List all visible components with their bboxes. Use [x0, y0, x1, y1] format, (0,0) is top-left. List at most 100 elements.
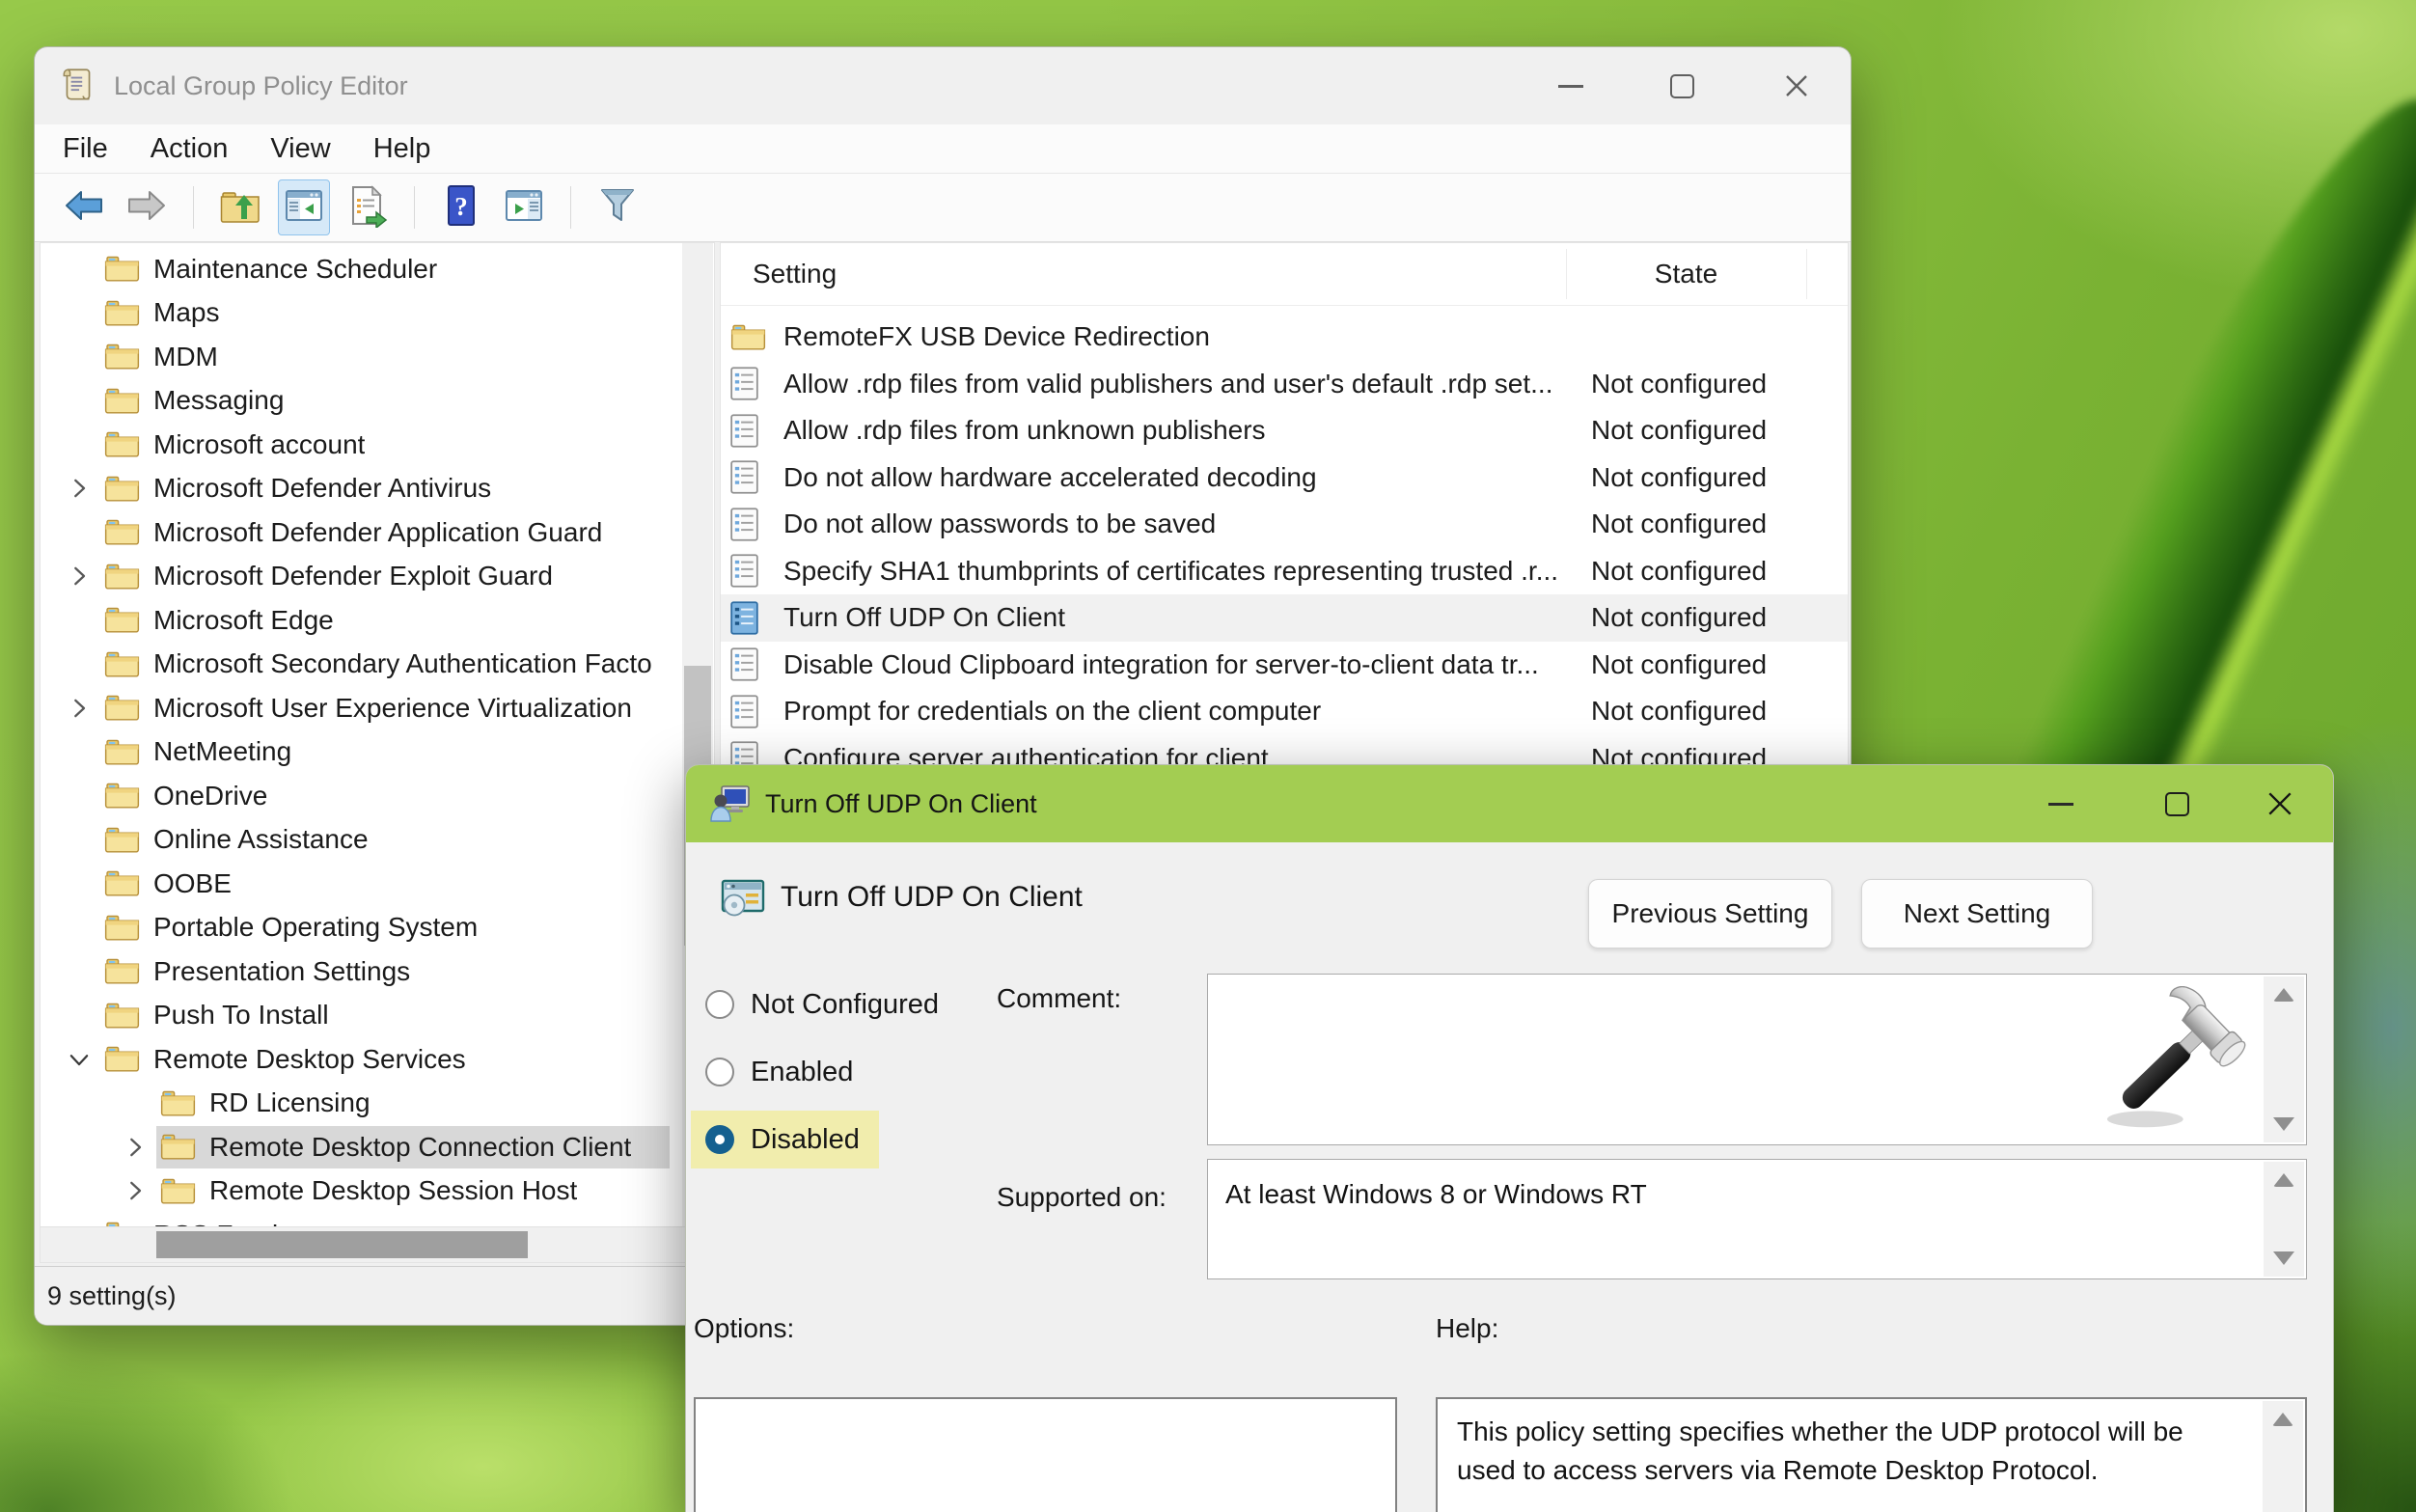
tree-item-microsoft-defender-exploit-guard[interactable]: Microsoft Defender Exploit Guard	[41, 555, 681, 599]
setting-row-do-not-allow-hardware-accelerated-decodi[interactable]: Do not allow hardware accelerated decodi…	[721, 454, 1848, 502]
dialog-minimize-button[interactable]	[2030, 773, 2092, 835]
supported-on-box[interactable]: At least Windows 8 or Windows RT	[1207, 1159, 2307, 1279]
chevron-right-icon[interactable]	[58, 555, 100, 598]
setting-row-disable-cloud-clipboard-integration-for-[interactable]: Disable Cloud Clipboard integration for …	[721, 642, 1848, 689]
tree-item-target[interactable]: OOBE	[100, 863, 670, 905]
tree-hscroll-thumb[interactable]	[156, 1231, 528, 1258]
tree-item-target[interactable]: Online Assistance	[100, 818, 670, 861]
tree-item-microsoft-edge[interactable]: Microsoft Edge	[41, 598, 681, 643]
tree-item-microsoft-user-experience-virtualization[interactable]: Microsoft User Experience Virtualization	[41, 686, 681, 730]
column-header-state[interactable]: State	[1566, 243, 1806, 305]
radio-option-not-configured[interactable]: Not Configured	[691, 976, 958, 1033]
column-divider[interactable]	[1566, 249, 1567, 299]
toolbar-filter-button[interactable]	[592, 180, 643, 234]
tree-item-messaging[interactable]: Messaging	[41, 379, 681, 424]
tree-item-target[interactable]: Remote Desktop Services	[100, 1038, 670, 1081]
chevron-right-icon[interactable]	[114, 1169, 156, 1213]
menu-file[interactable]: File	[63, 133, 108, 165]
tree-item-mdm[interactable]: MDM	[41, 335, 681, 379]
tree-item-microsoft-secondary-authentication-facto[interactable]: Microsoft Secondary Authentication Facto	[41, 643, 681, 687]
tree-item-target[interactable]: Presentation Settings	[100, 950, 670, 993]
comment-textarea[interactable]	[1207, 974, 2307, 1145]
tree-item-remote-desktop-connection-client[interactable]: Remote Desktop Connection Client	[41, 1125, 681, 1169]
setting-row-prompt-for-credentials-on-the-client-com[interactable]: Prompt for credentials on the client com…	[721, 688, 1848, 735]
tree-item-onedrive[interactable]: OneDrive	[41, 774, 681, 818]
radio-option-enabled[interactable]: Enabled	[691, 1043, 872, 1101]
setting-row-remotefx-usb-device-redirection[interactable]: RemoteFX USB Device Redirection	[721, 314, 1848, 361]
column-divider[interactable]	[1806, 249, 1807, 299]
toolbar-show-console-tree-button[interactable]	[278, 179, 330, 235]
scroll-down-icon[interactable]	[2273, 1251, 2294, 1265]
supported-on-scrollbar[interactable]	[2264, 1162, 2304, 1277]
tree-item-maps[interactable]: Maps	[41, 291, 681, 336]
scroll-down-icon[interactable]	[2273, 1117, 2294, 1131]
scroll-up-icon[interactable]	[2272, 1413, 2293, 1426]
menu-action[interactable]: Action	[151, 133, 229, 165]
tree-item-target[interactable]: Maps	[100, 291, 670, 334]
options-panel[interactable]	[694, 1397, 1397, 1512]
previous-setting-button[interactable]: Previous Setting	[1588, 879, 1832, 948]
menu-help[interactable]: Help	[373, 133, 431, 165]
toolbar-forward-button[interactable]	[122, 180, 172, 234]
setting-row-do-not-allow-passwords-to-be-saved[interactable]: Do not allow passwords to be savedNot co…	[721, 501, 1848, 548]
tree-item-target[interactable]: Remote Desktop Session Host	[156, 1169, 670, 1212]
tree-item-target[interactable]: Remote Desktop Connection Client	[156, 1126, 670, 1168]
tree-item-target[interactable]: Maintenance Scheduler	[100, 248, 670, 290]
tree-item-netmeeting[interactable]: NetMeeting	[41, 730, 681, 775]
scroll-up-icon[interactable]	[2273, 1173, 2294, 1187]
chevron-right-icon[interactable]	[58, 686, 100, 729]
help-scrollbar[interactable]	[2263, 1401, 2303, 1512]
close-button[interactable]	[1766, 55, 1827, 117]
setting-row-allow-rdp-files-from-valid-publishers-an[interactable]: Allow .rdp files from valid publishers a…	[721, 361, 1848, 408]
tree-item-target[interactable]: Microsoft Secondary Authentication Facto	[100, 643, 670, 685]
setting-row-specify-sha1-thumbprints-of-certificates[interactable]: Specify SHA1 thumbprints of certificates…	[721, 548, 1848, 595]
toolbar-show-action-pane-button[interactable]	[499, 180, 549, 234]
help-panel[interactable]: This policy setting specifies whether th…	[1436, 1397, 2307, 1512]
tree-item-presentation-settings[interactable]: Presentation Settings	[41, 949, 681, 994]
tree-item-target[interactable]: Portable Operating System	[100, 906, 670, 948]
tree-item-target[interactable]: OneDrive	[100, 775, 670, 817]
tree-item-oobe[interactable]: OOBE	[41, 862, 681, 906]
tree-item-target[interactable]: Messaging	[100, 379, 670, 422]
tree-item-target[interactable]: Microsoft Defender Application Guard	[100, 511, 670, 554]
tree-item-remote-desktop-services[interactable]: Remote Desktop Services	[41, 1037, 681, 1082]
tree-item-target[interactable]: MDM	[100, 336, 670, 378]
toolbar-help-button[interactable]: ?	[436, 180, 486, 234]
minimize-button[interactable]	[1540, 55, 1602, 117]
comment-scrollbar[interactable]	[2264, 976, 2304, 1142]
tree-item-target[interactable]: Microsoft Defender Exploit Guard	[100, 555, 670, 597]
tree-item-online-assistance[interactable]: Online Assistance	[41, 818, 681, 863]
tree-item-microsoft-defender-application-guard[interactable]: Microsoft Defender Application Guard	[41, 510, 681, 555]
maximize-button[interactable]	[1651, 55, 1713, 117]
tree-item-target[interactable]: Microsoft Defender Antivirus	[100, 467, 670, 509]
tree-item-target[interactable]: Push To Install	[100, 994, 670, 1036]
tree-item-push-to-install[interactable]: Push To Install	[41, 994, 681, 1038]
menu-view[interactable]: View	[270, 133, 330, 165]
scroll-up-icon[interactable]	[2273, 988, 2294, 1002]
chevron-down-icon[interactable]	[58, 1037, 100, 1081]
tree-item-remote-desktop-session-host[interactable]: Remote Desktop Session Host	[41, 1169, 681, 1214]
tree-item-target[interactable]: RD Licensing	[156, 1082, 670, 1124]
tree-item-microsoft-defender-antivirus[interactable]: Microsoft Defender Antivirus	[41, 467, 681, 511]
tree-item-target[interactable]: NetMeeting	[100, 730, 670, 773]
tree-horizontal-scrollbar[interactable]	[41, 1226, 714, 1262]
tree-item-target[interactable]: Microsoft User Experience Virtualization	[100, 687, 670, 729]
chevron-right-icon[interactable]	[58, 467, 100, 510]
dialog-close-button[interactable]	[2249, 773, 2311, 835]
toolbar-export-list-button[interactable]	[343, 180, 393, 234]
setting-row-allow-rdp-files-from-unknown-publishers[interactable]: Allow .rdp files from unknown publishers…	[721, 407, 1848, 454]
column-header-setting[interactable]: Setting	[753, 243, 837, 305]
tree-item-maintenance-scheduler[interactable]: Maintenance Scheduler	[41, 247, 681, 291]
tree-item-portable-operating-system[interactable]: Portable Operating System	[41, 906, 681, 950]
setting-row-turn-off-udp-on-client[interactable]: Turn Off UDP On ClientNot configured	[721, 594, 1848, 642]
dialog-maximize-button[interactable]	[2146, 773, 2208, 835]
radio-unchecked-icon[interactable]	[705, 1058, 734, 1086]
next-setting-button[interactable]: Next Setting	[1861, 879, 2093, 948]
toolbar-up-one-level-button[interactable]	[215, 180, 265, 234]
tree-item-microsoft-account[interactable]: Microsoft account	[41, 423, 681, 467]
chevron-right-icon[interactable]	[114, 1125, 156, 1168]
tree-item-target[interactable]: Microsoft account	[100, 424, 670, 466]
toolbar-back-button[interactable]	[59, 180, 109, 234]
tree-item-target[interactable]: Microsoft Edge	[100, 599, 670, 642]
radio-checked-icon[interactable]	[705, 1125, 734, 1154]
